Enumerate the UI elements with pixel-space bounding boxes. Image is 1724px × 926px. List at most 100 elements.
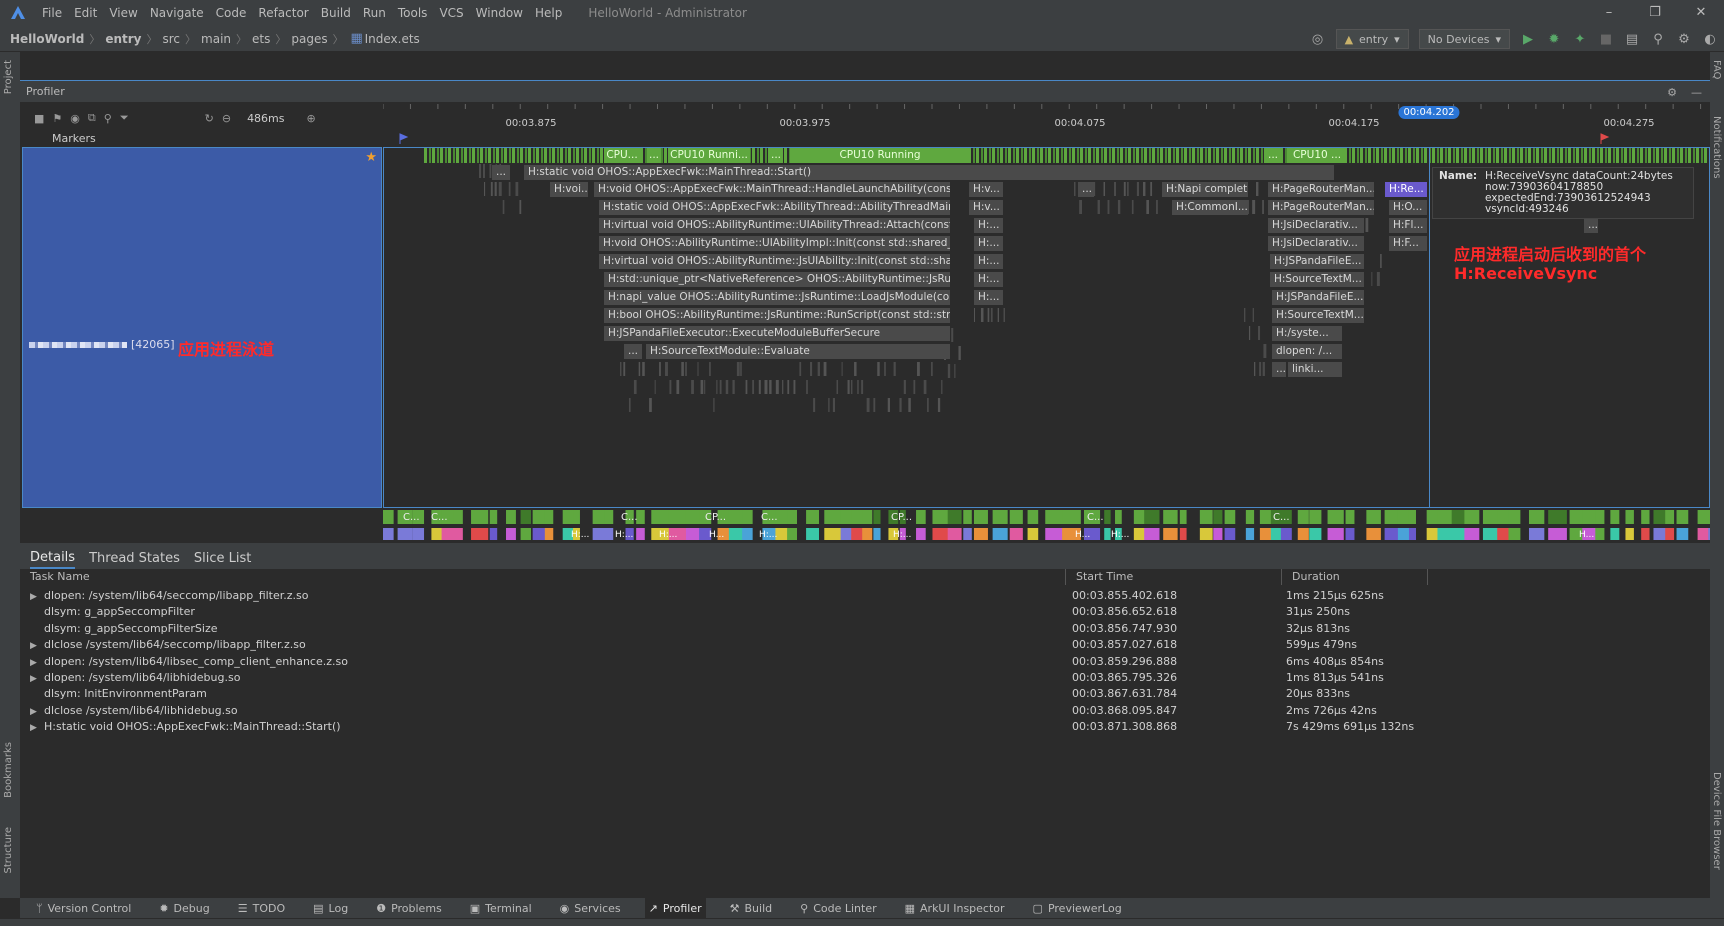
column-header-task-name[interactable]: Task Name bbox=[20, 569, 1066, 585]
trace-slice[interactable]: H:JSPandaFileE... bbox=[1272, 290, 1364, 305]
panel-minimize-icon[interactable]: — bbox=[1691, 86, 1702, 99]
trace-slice[interactable]: H:F... bbox=[1389, 236, 1427, 251]
trace-slice[interactable]: ... bbox=[1078, 182, 1094, 197]
trace-slice[interactable]: H:... bbox=[974, 254, 1003, 269]
trace-slice[interactable]: H:void OHOS::AppExecFwk::MainThread::Han… bbox=[594, 182, 950, 197]
menu-edit[interactable]: Edit bbox=[68, 6, 103, 20]
minimize-button[interactable]: – bbox=[1586, 0, 1632, 26]
breadcrumb-module[interactable]: entry bbox=[105, 32, 141, 46]
table-row[interactable]: ▶ dlclose /system/lib64/seccomp/libapp_fi… bbox=[20, 636, 1710, 654]
table-row[interactable]: ▶ dlclose /system/lib64/libhidebug.so 00:0… bbox=[20, 702, 1710, 720]
menu-tools[interactable]: Tools bbox=[392, 6, 434, 20]
trace-slice[interactable]: ... bbox=[492, 165, 510, 180]
expand-arrow-icon[interactable]: ▶ bbox=[30, 719, 44, 737]
table-row[interactable]: ▶ H:static void OHOS::AppExecFwk::MainThr… bbox=[20, 718, 1710, 736]
tab-slice-list[interactable]: Slice List bbox=[194, 549, 251, 568]
trace-slice[interactable]: H:O... bbox=[1389, 200, 1427, 215]
breadcrumb-file[interactable]: Index.ets bbox=[365, 32, 420, 46]
table-row[interactable]: ▶ dlopen: /system/lib64/seccomp/libapp_fi… bbox=[20, 587, 1710, 605]
column-header-duration[interactable]: Duration bbox=[1282, 569, 1428, 585]
search-icon[interactable]: ⚲ bbox=[104, 112, 112, 125]
device-file-browser-tab[interactable]: Device File Browser bbox=[1711, 772, 1722, 870]
trace-slice[interactable]: H:... bbox=[974, 290, 1003, 305]
tab-details[interactable]: Details bbox=[30, 548, 76, 569]
tool-tab-profiler[interactable]: ↗ Profiler bbox=[644, 898, 706, 918]
process-lane-header[interactable]: ★ [42065] bbox=[22, 147, 382, 508]
tool-tab-problems[interactable]: ❶ Problems bbox=[372, 898, 446, 918]
bookmarks-tool-tab[interactable]: Bookmarks bbox=[3, 742, 14, 798]
target-icon[interactable]: ◎ bbox=[1310, 32, 1326, 47]
filter-icon[interactable]: ⏷ bbox=[120, 111, 129, 125]
table-row[interactable]: dlsym: g_appSeccompFilterSize 00:03.856.7… bbox=[20, 620, 1710, 638]
reset-zoom-icon[interactable]: ↻ bbox=[205, 112, 214, 125]
trace-slice[interactable]: H:void OHOS::AbilityRuntime::UIAbilityIm… bbox=[599, 236, 950, 251]
faq-tool-tab[interactable]: FAQ bbox=[1711, 60, 1722, 79]
tool-tab-terminal[interactable]: ▣ Terminal bbox=[466, 898, 536, 918]
breadcrumb-main[interactable]: main bbox=[201, 32, 231, 46]
table-row[interactable]: dlsym: g_appSeccompFilter 00:03.856.652.6… bbox=[20, 603, 1710, 621]
trace-slice[interactable]: dlopen: /... bbox=[1272, 344, 1342, 359]
menu-file[interactable]: File bbox=[36, 6, 68, 20]
tool-tab-code-linter[interactable]: ⚲ Code Linter bbox=[796, 898, 880, 918]
breadcrumb-project[interactable]: HelloWorld bbox=[10, 32, 84, 46]
capture-icon[interactable]: ◉ bbox=[70, 112, 80, 125]
tool-tab-log[interactable]: ▤ Log bbox=[309, 898, 352, 918]
fit-icon[interactable]: ⧉ bbox=[88, 111, 96, 125]
trace-slice[interactable]: H:PageRouterMan... bbox=[1268, 182, 1374, 197]
trace-slice[interactable]: H:v... bbox=[969, 182, 1003, 197]
trace-slice[interactable]: H:SourceTextModule::Evaluate bbox=[646, 344, 950, 359]
debug-icon[interactable]: ✹ bbox=[1546, 32, 1562, 47]
markers-track[interactable] bbox=[383, 132, 1710, 147]
trace-slice[interactable]: H:napi_value OHOS::AbilityRuntime::JsRun… bbox=[604, 290, 950, 305]
breadcrumb-pages[interactable]: pages bbox=[291, 32, 327, 46]
trace-slice[interactable]: ... bbox=[1272, 362, 1286, 377]
trace-slice[interactable]: H:CommonI... bbox=[1172, 200, 1248, 215]
menu-build[interactable]: Build bbox=[315, 6, 357, 20]
trace-slice[interactable]: H:virtual void OHOS::AbilityRuntime::UIA… bbox=[599, 218, 950, 233]
column-header-start-time[interactable]: Start Time bbox=[1066, 569, 1282, 585]
trace-slice[interactable]: H:voi... bbox=[550, 182, 588, 197]
trace-slice[interactable]: H:static void OHOS::AppExecFwk::MainThre… bbox=[524, 165, 1334, 180]
trace-slice[interactable]: H:static void OHOS::AppExecFwk::AbilityT… bbox=[599, 200, 950, 215]
trace-slice[interactable]: H:JsiDeclarativ... bbox=[1268, 236, 1364, 251]
device-select[interactable]: No Devices ▾ bbox=[1418, 29, 1510, 49]
menu-view[interactable]: View bbox=[103, 6, 143, 20]
tool-tab-build[interactable]: ⚒ Build bbox=[726, 898, 777, 918]
structure-tool-tab[interactable]: Structure bbox=[3, 827, 14, 874]
zoom-in-icon[interactable]: ⊕ bbox=[307, 112, 316, 125]
project-tool-tab[interactable]: Project bbox=[3, 60, 14, 94]
restore-button[interactable]: ❐ bbox=[1632, 0, 1678, 26]
trace-slice[interactable]: linki... bbox=[1288, 362, 1342, 377]
menu-code[interactable]: Code bbox=[210, 6, 253, 20]
trace-slice[interactable]: H:SourceTextM... bbox=[1270, 272, 1364, 287]
tool-tab-todo[interactable]: ☰ TODO bbox=[234, 898, 289, 918]
trace-slice[interactable]: H:Fl... bbox=[1389, 218, 1427, 233]
run-icon[interactable]: ▶ bbox=[1520, 32, 1536, 47]
trace-slice[interactable]: ... bbox=[624, 344, 642, 359]
tab-thread-states[interactable]: Thread States bbox=[89, 549, 180, 568]
tool-tab-arkui-inspector[interactable]: ▦ ArkUI Inspector bbox=[901, 898, 1009, 918]
cpu-usage-lanes[interactable]: C... C... C... CP... C... CP... C... C..… bbox=[383, 509, 1710, 543]
start-marker-flag-icon[interactable] bbox=[399, 133, 409, 144]
breadcrumb-src[interactable]: src bbox=[163, 32, 181, 46]
zoom-out-icon[interactable]: ⊖ bbox=[222, 112, 231, 125]
trace-slice[interactable]: H:... bbox=[974, 236, 1003, 251]
trace-slice[interactable]: H:JSPandaFileE... bbox=[1270, 254, 1364, 269]
stop-icon[interactable]: ■ bbox=[1598, 32, 1614, 47]
module-select[interactable]: ▲ entry ▾ bbox=[1335, 29, 1409, 49]
settings-gear-icon[interactable]: ⚙ bbox=[1676, 32, 1692, 47]
panel-settings-gear-icon[interactable]: ⚙ bbox=[1667, 86, 1677, 99]
trace-slice[interactable]: H:/syste... bbox=[1272, 326, 1342, 341]
favorite-star-icon[interactable]: ★ bbox=[365, 150, 377, 165]
tool-tab-previewer-log[interactable]: ▢ PreviewerLog bbox=[1029, 898, 1126, 918]
time-ruler[interactable]: 00:03.875 00:03.975 00:04.075 00:04.175 … bbox=[383, 104, 1710, 132]
receive-vsync-slice[interactable]: H:Re... bbox=[1385, 182, 1427, 197]
tool-tab-version-control[interactable]: ᛘ Version Control bbox=[32, 898, 135, 918]
trace-slice[interactable]: H:virtual void OHOS::AbilityRuntime::JsU… bbox=[599, 254, 950, 269]
close-window-button[interactable]: ✕ bbox=[1678, 0, 1724, 26]
end-marker-flag-icon[interactable] bbox=[1600, 133, 1610, 144]
menu-run[interactable]: Run bbox=[357, 6, 392, 20]
stop-record-icon[interactable]: ■ bbox=[34, 112, 44, 125]
trace-slice[interactable]: ... bbox=[1584, 218, 1598, 233]
flag-icon[interactable]: ⚑ bbox=[52, 112, 62, 125]
